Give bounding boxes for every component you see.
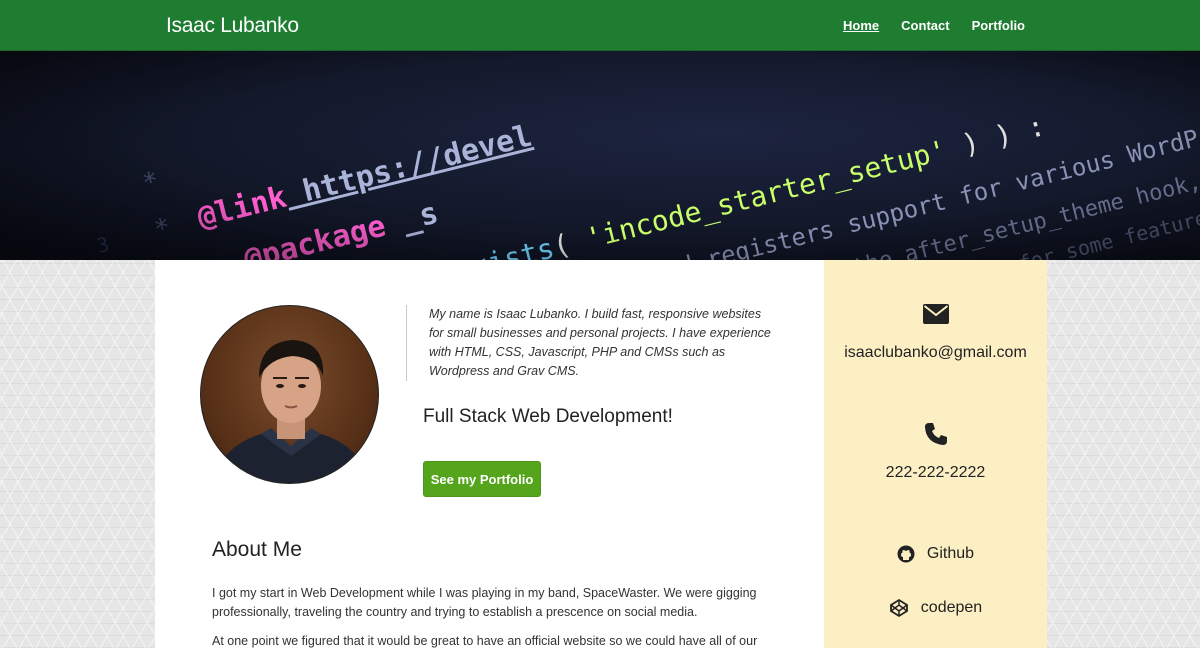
bio-quote: My name is Isaac Lubanko. I build fast, … [406, 305, 776, 381]
codepen-link[interactable]: codepen [889, 598, 982, 618]
navbar: Isaac Lubanko Home Contact Portfolio [0, 0, 1200, 51]
about-paragraph-2: At one point we figured that it would be… [212, 634, 758, 648]
phone-icon [924, 423, 947, 445]
phone-block: 222-222-2222 [824, 422, 1047, 482]
hero-code-banner: * * * * */ 3 4 5 @link https://devel @pa… [0, 51, 1200, 260]
nav-portfolio-link[interactable]: Portfolio [972, 18, 1025, 33]
codepen-label: codepen [920, 599, 983, 616]
github-link[interactable]: Github [897, 545, 974, 563]
github-block: Github [824, 545, 1047, 568]
nav-links: Home Contact Portfolio [843, 18, 1025, 33]
about-me-heading: About Me [212, 538, 302, 561]
about-paragraph-1: I got my start in Web Development while … [212, 586, 757, 619]
email-address[interactable]: isaaclubanko@gmail.com [824, 344, 1047, 362]
codepen-block: codepen [824, 598, 1047, 623]
github-label: Github [926, 545, 975, 562]
envelope-icon [922, 304, 949, 324]
tagline-heading: Full Stack Web Development! [423, 406, 673, 427]
see-portfolio-button[interactable]: See my Portfolio [423, 461, 541, 497]
nav-contact-link[interactable]: Contact [901, 18, 949, 33]
brand-logo[interactable]: Isaac Lubanko [166, 14, 299, 38]
codepen-icon [889, 598, 908, 618]
phone-number[interactable]: 222-222-2222 [824, 464, 1047, 482]
email-block: isaaclubanko@gmail.com [824, 304, 1047, 362]
contact-sidebar: isaaclubanko@gmail.com 222-222-2222 Gith… [824, 260, 1047, 648]
main-content: My name is Isaac Lubanko. I build fast, … [155, 260, 824, 648]
github-icon [897, 545, 915, 563]
nav-home-link[interactable]: Home [843, 18, 879, 33]
code-screenshot-image: * * * * */ 3 4 5 @link https://devel @pa… [0, 51, 1200, 260]
profile-photo [200, 305, 379, 484]
